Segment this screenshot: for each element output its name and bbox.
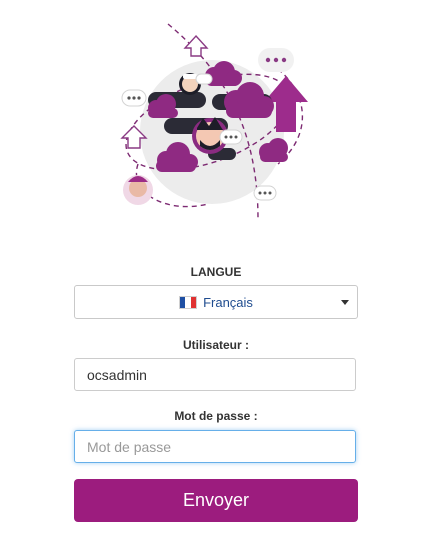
password-label: Mot de passe : [174,409,258,423]
username-input[interactable] [74,358,356,391]
avatar-icon [123,175,153,205]
username-label: Utilisateur : [182,338,249,352]
language-select-display: Français [75,286,333,318]
language-label: LANGUE [190,265,242,279]
language-select[interactable]: Français [74,285,358,319]
chevron-down-icon[interactable] [341,300,349,305]
hero-illustration [120,23,308,220]
france-flag-icon [179,295,198,309]
submit-button[interactable]: Envoyer [74,479,358,522]
arrow-up-outline-icon [183,34,209,57]
language-select-value: Français [203,294,253,310]
password-input[interactable] [74,430,356,463]
